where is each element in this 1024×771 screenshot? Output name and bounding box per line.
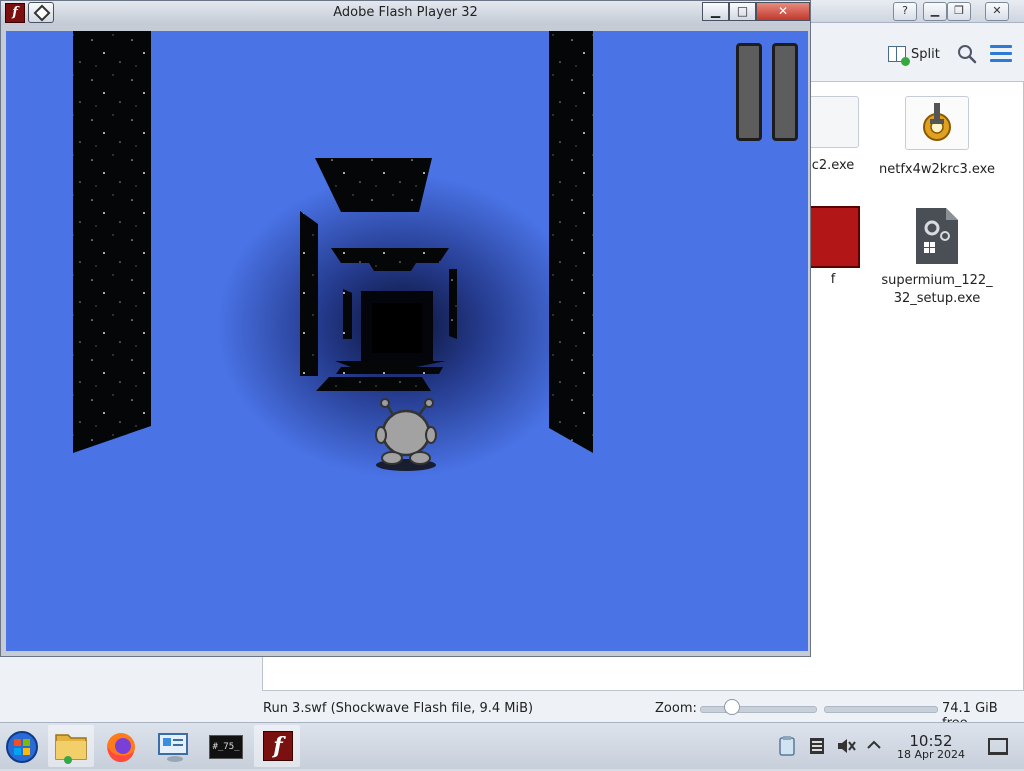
zoom-slider-handle[interactable] [724, 699, 740, 715]
muted-speaker-icon[interactable] [836, 736, 856, 756]
zoom-slider-track[interactable] [700, 706, 817, 713]
file-manager-icon [55, 734, 87, 764]
file-item[interactable]: supermium_122_ 32_setup.exe [877, 206, 997, 308]
file-item[interactable]: netfx4w2krc3.exe [877, 96, 997, 177]
installer-gear-icon [905, 96, 969, 150]
flash-swf-icon [806, 206, 860, 268]
flash-window-title: Adobe Flash Player 32 [333, 5, 478, 20]
menu-icon [990, 45, 1012, 48]
taskbar-firefox[interactable] [98, 725, 144, 767]
hamburger-menu-button[interactable] [990, 45, 1012, 63]
free-space-bar [824, 706, 938, 713]
flash-close-button[interactable]: ✕ [756, 2, 810, 21]
taskbar: #_75_ f 10:52 18 Apr 2024 [0, 722, 1024, 769]
restore-button[interactable]: ❐ [947, 2, 971, 21]
ceiling-gap [315, 158, 432, 212]
dolphin-toolbar: Split [810, 23, 1024, 81]
file-name: netfx4w2krc3.exe [879, 162, 995, 177]
flash-player-window: f Adobe Flash Player 32 ▁ □ ✕ [0, 0, 811, 657]
right-wall-gap [549, 31, 593, 453]
deep-left-gap [343, 289, 352, 339]
flash-player-icon: f [263, 731, 293, 761]
clock-date[interactable]: 18 Apr 2024 [893, 748, 969, 761]
start-button[interactable] [0, 725, 46, 767]
show-hidden-icons-chevron[interactable] [866, 738, 882, 752]
alien-runner-character [375, 398, 437, 471]
game-stage[interactable] [6, 31, 808, 651]
show-desktop-button[interactable] [988, 738, 1008, 755]
selection-info: Run 3.swf (Shockwave Flash file, 9.4 MiB… [263, 701, 534, 716]
search-button[interactable] [956, 43, 978, 65]
split-label: Split [911, 46, 940, 62]
clipboard-icon[interactable] [777, 735, 797, 757]
start-orb-icon [6, 731, 38, 763]
pause-icon-bar[interactable] [772, 43, 798, 141]
file-name: supermium_122_ 32_setup.exe [881, 273, 993, 306]
setup-exe-icon [807, 96, 859, 148]
floor-gap-near [316, 377, 431, 391]
firefox-icon [107, 733, 135, 763]
tunnel-geometry [73, 31, 593, 471]
taskbar-terminal[interactable]: #_75_ [202, 725, 248, 767]
status-bar: Run 3.swf (Shockwave Flash file, 9.4 MiB… [0, 697, 1024, 731]
executable-gear-icon [916, 208, 958, 264]
zoom-label: Zoom: [655, 701, 697, 716]
deep-right-gap [449, 269, 457, 339]
deep-ceiling-gap-2 [369, 263, 416, 271]
system-settings-icon [158, 733, 188, 762]
split-view-icon [888, 46, 910, 66]
minimize-button[interactable]: ▁ [923, 2, 947, 21]
flash-maximize-button[interactable]: □ [729, 2, 756, 21]
deep-ceiling-gap [331, 248, 449, 263]
help-button[interactable]: ? [893, 2, 917, 21]
search-icon [958, 45, 977, 64]
terminal-icon: #_75_ [209, 735, 243, 759]
taskbar-flash-player[interactable]: f [254, 725, 300, 767]
floor-gap [335, 361, 446, 367]
flash-titlebar[interactable]: f Adobe Flash Player 32 ▁ □ ✕ [1, 1, 810, 25]
taskbar-file-manager[interactable] [48, 725, 94, 767]
split-button[interactable]: Split [888, 43, 940, 66]
left-wall-gap [73, 31, 151, 453]
flash-minimize-button[interactable]: ▁ [702, 2, 729, 21]
close-button[interactable]: ✕ [985, 2, 1009, 21]
notes-icon[interactable] [808, 736, 826, 756]
pause-icon[interactable] [736, 43, 762, 141]
window-controls: ▁ □ ✕ [702, 2, 810, 21]
mid-left-wall-gap [300, 211, 318, 376]
taskbar-settings[interactable] [150, 725, 196, 767]
floor-gap-2 [336, 367, 443, 374]
